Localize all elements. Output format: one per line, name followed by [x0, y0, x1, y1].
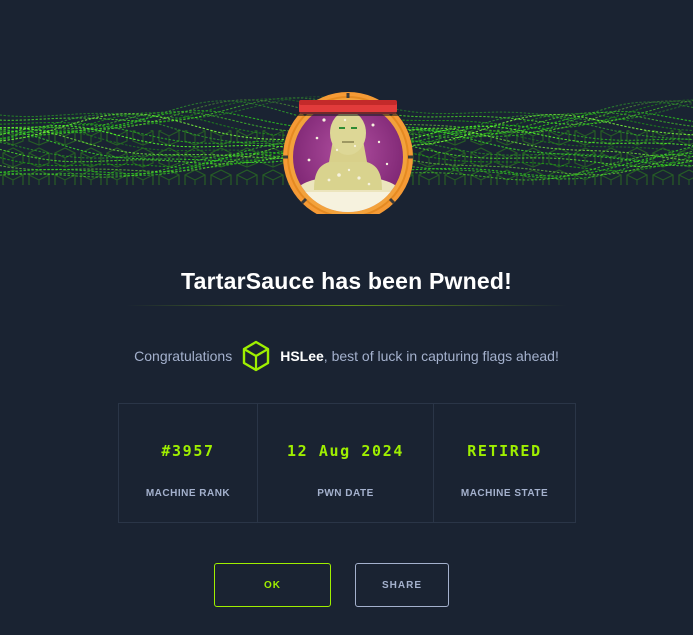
stat-value: 12 Aug 2024 — [287, 442, 404, 460]
stats-panel: #3957 MACHINE RANK 12 Aug 2024 PWN DATE … — [118, 403, 576, 523]
stat-label: MACHINE STATE — [460, 488, 549, 499]
machine-avatar-icon — [269, 80, 427, 222]
hexagon-cube-icon — [243, 340, 270, 372]
page-title: TartarSauce has been Pwned! — [181, 268, 512, 294]
ok-button[interactable]: OK — [214, 563, 331, 607]
title-divider — [126, 305, 567, 306]
stat-label: PWN DATE — [317, 488, 374, 499]
stat-machine-state: RETIRED MACHINE STATE — [434, 404, 575, 522]
username-link[interactable]: HSLee — [280, 348, 324, 364]
stat-value: RETIRED — [467, 442, 542, 460]
stat-value: #3957 — [161, 442, 215, 460]
pwned-modal: TartarSauce has been Pwned! Congratulati… — [0, 0, 693, 635]
stat-label: MACHINE RANK — [145, 488, 231, 499]
congrats-message: Congratulations HSLee , best of luck in … — [0, 340, 693, 372]
stat-machine-rank: #3957 MACHINE RANK — [119, 404, 258, 522]
congrats-prefix: Congratulations — [134, 348, 233, 364]
congrats-suffix: , best of luck in capturing flags ahead! — [323, 348, 559, 364]
share-button[interactable]: SHARE — [355, 563, 449, 607]
stat-pwn-date: 12 Aug 2024 PWN DATE — [258, 404, 434, 522]
